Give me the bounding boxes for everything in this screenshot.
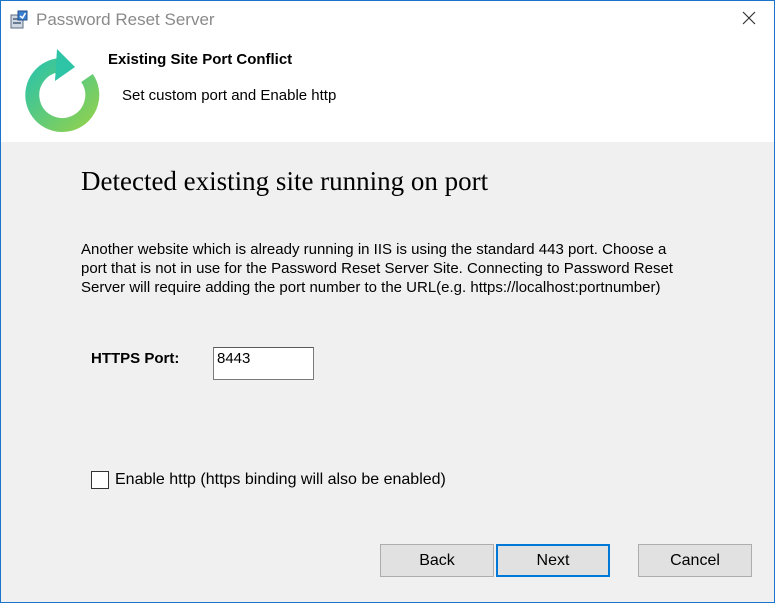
window-title: Password Reset Server <box>36 10 215 29</box>
cancel-button[interactable]: Cancel <box>638 544 752 577</box>
https-port-input[interactable] <box>213 347 314 380</box>
enable-http-label[interactable]: Enable http (https binding will also be … <box>115 471 446 489</box>
enable-http-checkbox[interactable] <box>91 471 109 489</box>
installer-icon <box>9 10 29 30</box>
close-icon <box>742 11 756 30</box>
next-button[interactable]: Next <box>496 544 610 577</box>
refresh-circle-logo <box>23 45 101 135</box>
banner-subtitle: Set custom port and Enable http <box>122 87 337 104</box>
close-button[interactable] <box>723 1 774 39</box>
banner-title: Existing Site Port Conflict <box>108 51 293 68</box>
footer-divider <box>1 524 774 525</box>
page-heading: Detected existing site running on port <box>81 166 489 196</box>
header-banner: Existing Site Port Conflict Set custom p… <box>1 39 774 142</box>
description-text: Another website which is already running… <box>81 241 673 296</box>
enable-http-option[interactable]: Enable http (https binding will also be … <box>91 469 446 491</box>
installer-window: Password Reset Server Existing Site Port… <box>0 0 775 603</box>
back-button[interactable]: Back <box>380 544 494 577</box>
https-port-label: HTTPS Port: <box>91 350 180 367</box>
title-bar[interactable]: Password Reset Server <box>1 1 774 39</box>
content-area: Detected existing site running on port A… <box>1 142 774 524</box>
